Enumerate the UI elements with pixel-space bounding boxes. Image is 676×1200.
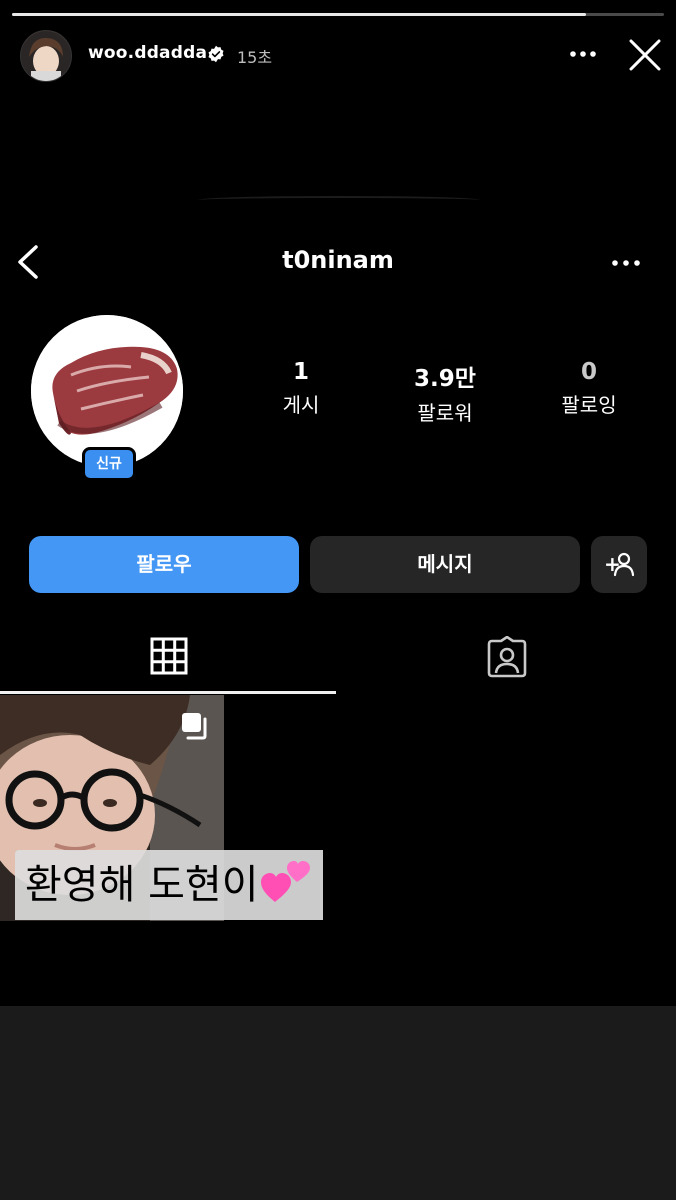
add-user-icon: + xyxy=(604,552,635,577)
story-more-icon[interactable] xyxy=(569,44,597,64)
two-hearts-icon xyxy=(260,861,310,902)
verified-badge-icon xyxy=(207,45,225,63)
new-account-badge: 신규 xyxy=(82,447,136,481)
active-tab-indicator xyxy=(0,691,336,694)
message-button[interactable]: 메시지 xyxy=(310,536,580,593)
story-avatar[interactable] xyxy=(20,30,72,82)
stat-followers[interactable]: 3.9만 팔로워 xyxy=(375,359,515,426)
add-user-button[interactable]: + xyxy=(591,536,647,593)
story-timestamp: 15초 xyxy=(237,48,273,67)
post-caption: 환영해 도현이 xyxy=(15,850,323,920)
profile-more-icon[interactable] xyxy=(610,253,642,273)
multiple-posts-icon xyxy=(181,712,209,740)
follow-button[interactable]: 팔로우 xyxy=(29,536,299,593)
story-progress-fill xyxy=(12,13,586,16)
story-progress-bar xyxy=(12,13,664,16)
stat-posts-value: 1 xyxy=(292,359,309,385)
svg-text:+: + xyxy=(604,552,621,576)
story-username[interactable]: woo.ddadda xyxy=(88,43,207,63)
close-icon[interactable] xyxy=(628,38,662,72)
stat-posts-label: 게시 xyxy=(282,393,320,417)
bottom-empty-area xyxy=(0,1006,676,1200)
stat-posts[interactable]: 1 게시 xyxy=(231,359,371,418)
stat-followers-label: 팔로워 xyxy=(417,401,473,425)
stat-followers-value: 3.9만 xyxy=(414,366,476,392)
profile-picture[interactable] xyxy=(31,315,183,467)
stat-following[interactable]: 0 팔로잉 xyxy=(519,359,659,418)
stat-following-value: 0 xyxy=(580,359,597,385)
stat-following-label: 팔로잉 xyxy=(561,393,617,417)
profile-username: t0ninam xyxy=(282,246,394,274)
grid-tab-icon[interactable] xyxy=(150,637,188,675)
post-caption-text: 환영해 도현이 xyxy=(25,862,259,908)
tagged-tab-icon[interactable] xyxy=(486,635,528,678)
screenshot-edge xyxy=(198,196,480,204)
